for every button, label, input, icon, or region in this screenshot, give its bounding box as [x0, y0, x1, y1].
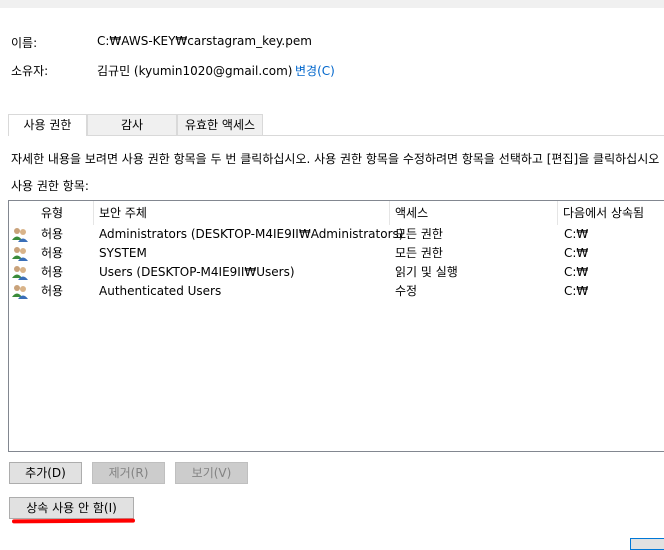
row-inherited-from: C:₩ — [564, 284, 589, 298]
row-access: 모든 권한 — [395, 246, 443, 260]
row-principal: SYSTEM — [99, 246, 147, 260]
red-annotation-underline — [11, 518, 136, 524]
row-type: 허용 — [41, 227, 64, 241]
column-type[interactable]: 유형 — [35, 201, 95, 225]
row-inherited-from: C:₩ — [564, 246, 589, 260]
change-owner-link[interactable]: 변경(C) — [295, 62, 335, 79]
users-icon — [12, 266, 28, 280]
list-header: 유형 보안 주체 액세스 다음에서 상속됨 — [9, 201, 664, 225]
column-inherited-from[interactable]: 다음에서 상속됨 — [557, 201, 664, 225]
disable-inheritance-button[interactable]: 상속 사용 안 함(I) — [9, 497, 134, 519]
table-row[interactable]: 허용 SYSTEM 모든 권한 C:₩ — [9, 244, 664, 263]
users-icon — [12, 285, 28, 299]
table-row[interactable]: 허용 Users (DESKTOP-M4IE9II₩Users) 읽기 및 실행… — [9, 263, 664, 282]
column-principal[interactable]: 보안 주체 — [93, 201, 389, 225]
users-icon — [12, 228, 28, 242]
view-button[interactable]: 보기(V) — [175, 462, 248, 484]
table-row[interactable]: 허용 Authenticated Users 수정 C:₩ — [9, 282, 664, 301]
owner-label: 소유자: — [11, 64, 49, 78]
row-principal: Authenticated Users — [99, 284, 222, 298]
owner-value: 김규민 (kyumin1020@gmail.com) — [97, 64, 293, 78]
instruction-text: 자세한 내용을 보려면 사용 권한 항목을 두 번 클릭하십시오. 사용 권한 … — [11, 152, 660, 166]
window-top-strip — [0, 0, 664, 8]
tab-auditing[interactable]: 감사 — [87, 114, 177, 135]
dialog-button-partial[interactable] — [630, 538, 664, 550]
users-icon — [12, 247, 28, 261]
column-access[interactable]: 액세스 — [389, 201, 557, 225]
row-principal: Users (DESKTOP-M4IE9II₩Users) — [99, 265, 295, 279]
name-value: C:₩AWS-KEY₩carstagram_key.pem — [97, 34, 312, 48]
tab-effective-access[interactable]: 유효한 액세스 — [177, 114, 263, 135]
tab-permissions[interactable]: 사용 권한 — [8, 114, 87, 136]
table-row[interactable]: 허용 Administrators (DESKTOP-M4IE9II₩Admin… — [9, 225, 664, 244]
permission-entries-list[interactable]: 유형 보안 주체 액세스 다음에서 상속됨 허용 Administrators … — [8, 200, 664, 452]
tab-strip: 사용 권한 감사 유효한 액세스 — [8, 114, 664, 136]
name-label: 이름: — [11, 36, 38, 50]
add-button[interactable]: 추가(D) — [9, 462, 82, 484]
remove-button[interactable]: 제거(R) — [92, 462, 165, 484]
row-type: 허용 — [41, 284, 64, 298]
row-access: 수정 — [395, 284, 418, 298]
row-inherited-from: C:₩ — [564, 265, 589, 279]
row-inherited-from: C:₩ — [564, 227, 589, 241]
row-type: 허용 — [41, 265, 64, 279]
row-access: 모든 권한 — [395, 227, 443, 241]
row-type: 허용 — [41, 246, 64, 260]
row-principal: Administrators (DESKTOP-M4IE9II₩Administ… — [99, 227, 404, 241]
row-access: 읽기 및 실행 — [395, 265, 458, 279]
permission-entries-label: 사용 권한 항목: — [11, 179, 89, 193]
